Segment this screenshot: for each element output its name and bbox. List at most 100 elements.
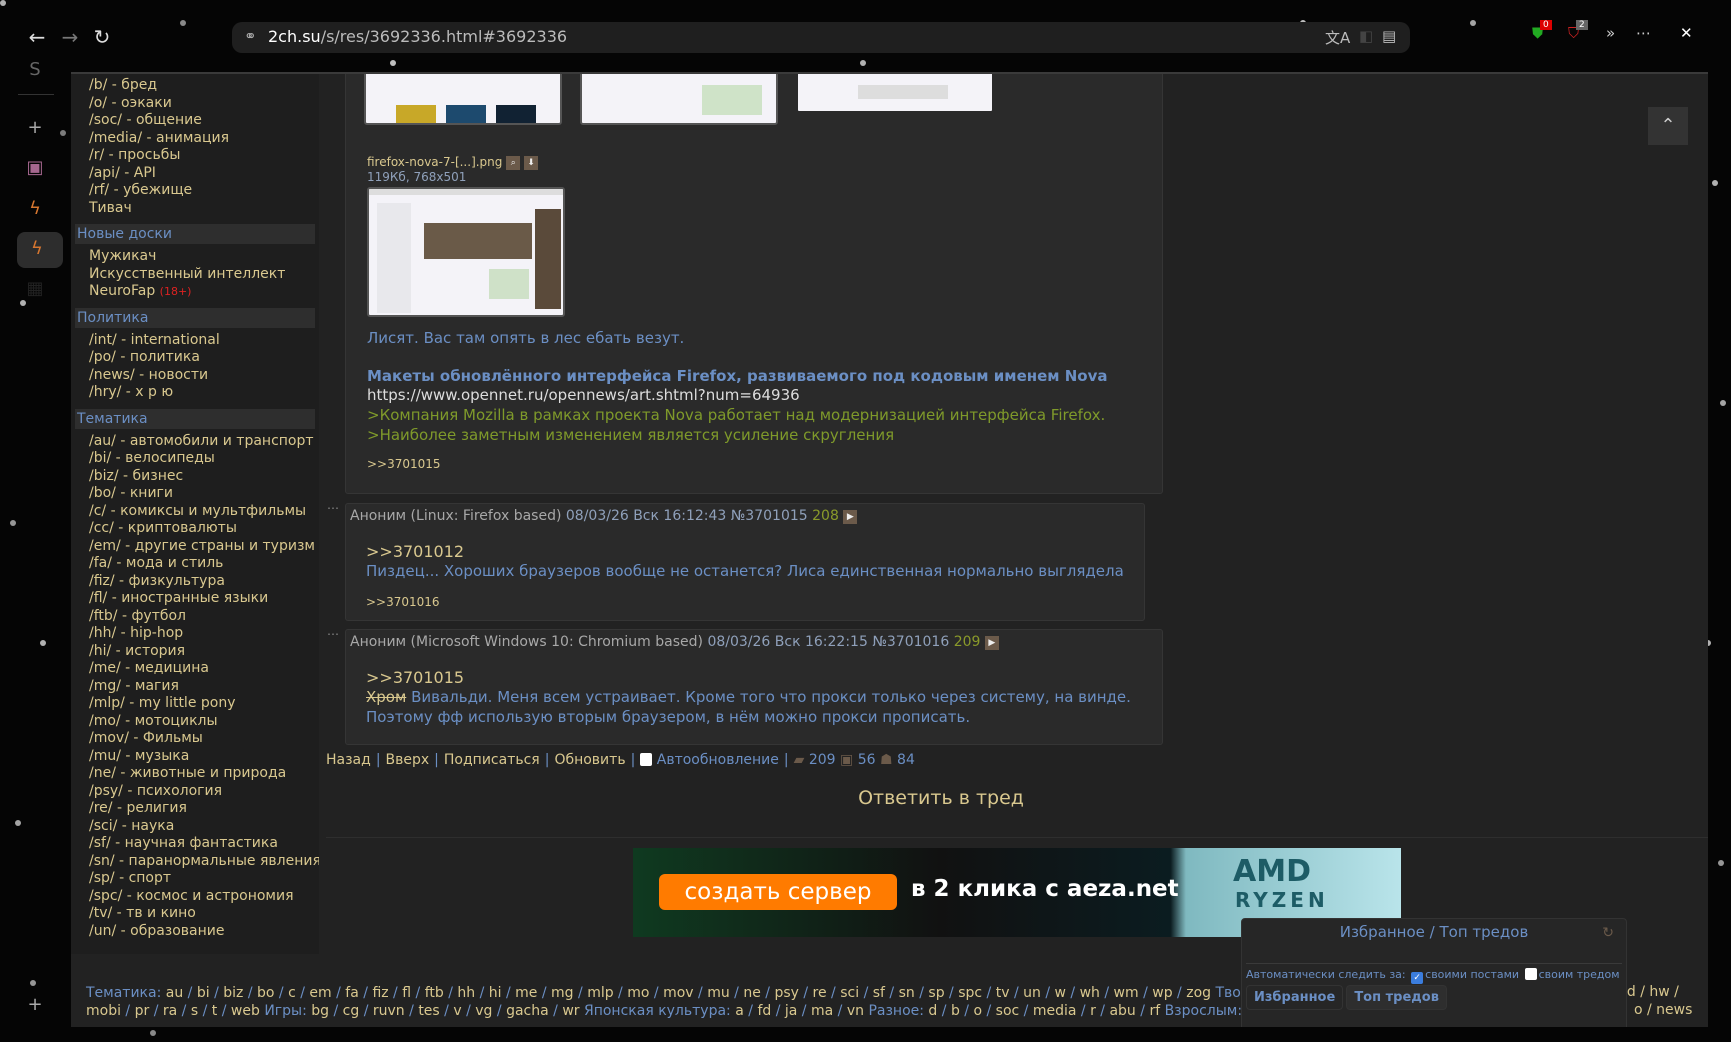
sidebar-section-header[interactable]: Новые доски: [75, 224, 315, 244]
reply-link[interactable]: >>3701015: [367, 457, 1147, 471]
app-icon[interactable]: ▣: [22, 157, 48, 178]
footer-board-link[interactable]: pr: [135, 1003, 150, 1019]
footer-board-link[interactable]: em: [309, 985, 331, 1001]
footer-board-link[interactable]: sn: [899, 985, 915, 1001]
footer-board-link[interactable]: v: [453, 1003, 461, 1019]
sidebar-board-link[interactable]: /sp/ - спорт: [71, 870, 319, 888]
sidebar-board-link[interactable]: /mg/ - магия: [71, 678, 319, 696]
footer-board-link[interactable]: mg: [551, 985, 574, 1001]
reply-link[interactable]: >>3701012: [366, 542, 1124, 561]
sidebar-board-link[interactable]: /fl/ - иностранные языки: [71, 590, 319, 608]
footer-board-link[interactable]: mlp: [587, 985, 613, 1001]
footer-board-link[interactable]: web: [231, 1003, 260, 1019]
footer-board-link[interactable]: vg: [475, 1003, 492, 1019]
footer-board-link[interactable]: d: [928, 1003, 937, 1019]
sidebar-board-link[interactable]: /hi/ - история: [71, 643, 319, 661]
footer-board-link[interactable]: un: [1023, 985, 1041, 1001]
back-link[interactable]: Назад: [326, 752, 371, 768]
footer-board-link[interactable]: re: [813, 985, 827, 1001]
forward-button[interactable]: →: [55, 22, 85, 52]
sidebar-board-link[interactable]: /ftb/ - футбол: [71, 608, 319, 626]
sidebar-board-link[interactable]: Тивач: [71, 200, 319, 218]
sidebar-board-link[interactable]: /spc/ - космос и астрономия: [71, 888, 319, 906]
post-menu-icon[interactable]: ⋯: [327, 501, 339, 515]
post-number[interactable]: №3701016: [872, 634, 949, 650]
lightning-icon[interactable]: ϟ: [22, 198, 48, 219]
sidebar-board-link[interactable]: NeuroFap (18+): [71, 283, 319, 301]
footer-board-link[interactable]: hh: [457, 985, 475, 1001]
sidebar-board-link[interactable]: /api/ - API: [71, 165, 319, 183]
sidebar-board-link[interactable]: /bi/ - велосипеды: [71, 450, 319, 468]
sidebar-board-link[interactable]: /mo/ - мотоциклы: [71, 713, 319, 731]
reply-link[interactable]: >>3701015: [366, 668, 1131, 687]
footer-board-link[interactable]: fd: [757, 1003, 771, 1019]
sidebar-board-link[interactable]: /news/ - новости: [71, 367, 319, 385]
sidebar-board-link[interactable]: /em/ - другие страны и туризм: [71, 538, 319, 556]
up-link[interactable]: Вверх: [386, 752, 430, 768]
tab-top-threads[interactable]: Топ тредов: [1346, 985, 1447, 1010]
sidebar-board-link[interactable]: Мужикач: [71, 248, 319, 266]
image-thumbnail[interactable]: [580, 74, 778, 125]
footer-board-link[interactable]: mov: [663, 985, 694, 1001]
expand-icon[interactable]: ▶: [984, 636, 999, 650]
sidebar-board-link[interactable]: /sf/ - научная фантастика: [71, 835, 319, 853]
address-bar[interactable]: ⚭ 2ch.su/s/res/3692336.html#3692336 文A ◧…: [232, 22, 1410, 53]
footer-board-link[interactable]: ruvn: [373, 1003, 405, 1019]
footer-board-link[interactable]: fa: [345, 985, 359, 1001]
footer-board-link[interactable]: ma: [811, 1003, 833, 1019]
sidebar-section-header[interactable]: Тематика: [75, 408, 315, 429]
sidebar-board-link[interactable]: /soc/ - общение: [71, 112, 319, 130]
app-icon[interactable]: ▦: [22, 278, 48, 299]
sidebar-board-link[interactable]: /ne/ - животные и природа: [71, 765, 319, 783]
footer-board-link[interactable]: w: [1055, 985, 1066, 1001]
footer-board-link[interactable]: mobi: [86, 1003, 121, 1019]
footer-board-link[interactable]: media: [1033, 1003, 1077, 1019]
add-icon[interactable]: +: [22, 117, 48, 138]
sidebar-board-link[interactable]: /fa/ - мода и стиль: [71, 555, 319, 573]
sidebar-board-link[interactable]: /mov/ - Фильмы: [71, 730, 319, 748]
sidebar-board-link[interactable]: /mlp/ - my little pony: [71, 695, 319, 713]
sidebar-board-link[interactable]: /int/ - international: [71, 332, 319, 350]
footer-board-link[interactable]: wp: [1152, 985, 1172, 1001]
footer-board-link[interactable]: ne: [743, 985, 761, 1001]
footer-board-link[interactable]: gacha: [506, 1003, 549, 1019]
footer-links-tail[interactable]: gd / hw /: [1618, 984, 1679, 1000]
sidebar-section-header[interactable]: Политика: [75, 307, 315, 328]
footer-board-link[interactable]: mu: [707, 985, 730, 1001]
footer-board-link[interactable]: fiz: [372, 985, 388, 1001]
search-image-icon[interactable]: ⌕: [506, 156, 521, 170]
refresh-link[interactable]: Обновить: [554, 752, 625, 768]
sidebar-board-link[interactable]: /bo/ - книги: [71, 485, 319, 503]
footer-board-link[interactable]: a: [735, 1003, 744, 1019]
footer-board-link[interactable]: b: [951, 1003, 960, 1019]
sidebar-board-link[interactable]: /po/ - политика: [71, 349, 319, 367]
footer-board-link[interactable]: o: [973, 1003, 982, 1019]
add-icon[interactable]: +: [22, 994, 48, 1015]
tab-favorites[interactable]: Избранное: [1246, 985, 1344, 1010]
panel-title[interactable]: Избранное / Топ тредов: [1242, 923, 1626, 941]
footer-board-link[interactable]: sf: [873, 985, 885, 1001]
sidebar-board-link[interactable]: /r/ - просьбы: [71, 147, 319, 165]
ublock-extension-icon[interactable]: ⛉ 2: [1568, 20, 1588, 42]
image-thumbnail[interactable]: [364, 74, 562, 125]
refresh-icon[interactable]: ↻: [1602, 925, 1614, 941]
sidebar-board-link[interactable]: /rf/ - убежище: [71, 182, 319, 200]
back-button[interactable]: ←: [22, 22, 52, 52]
footer-board-link[interactable]: me: [515, 985, 537, 1001]
footer-board-link[interactable]: hi: [489, 985, 502, 1001]
sidebar-board-link[interactable]: /sn/ - паранормальные явления: [71, 853, 319, 871]
reader-icon[interactable]: ◧: [1359, 27, 1373, 45]
menu-icon[interactable]: ⋯: [1636, 24, 1651, 42]
reply-link[interactable]: >>3701016: [366, 595, 1124, 609]
footer-board-link[interactable]: spc: [958, 985, 982, 1001]
banner-button[interactable]: создать сервер: [659, 874, 897, 910]
autoupdate-label[interactable]: Автообновление: [657, 752, 779, 768]
footer-board-link[interactable]: ftb: [425, 985, 444, 1001]
own-thread-checkbox[interactable]: [1524, 968, 1537, 980]
footer-board-link[interactable]: bo: [257, 985, 274, 1001]
shield-extension-icon[interactable]: ⛊ 0: [1532, 20, 1552, 42]
sidebar-board-link[interactable]: /o/ - оэкаки: [71, 95, 319, 113]
footer-board-link[interactable]: soc: [996, 1003, 1020, 1019]
rail-letter[interactable]: S: [22, 59, 48, 80]
footer-board-link[interactable]: tv: [996, 985, 1010, 1001]
